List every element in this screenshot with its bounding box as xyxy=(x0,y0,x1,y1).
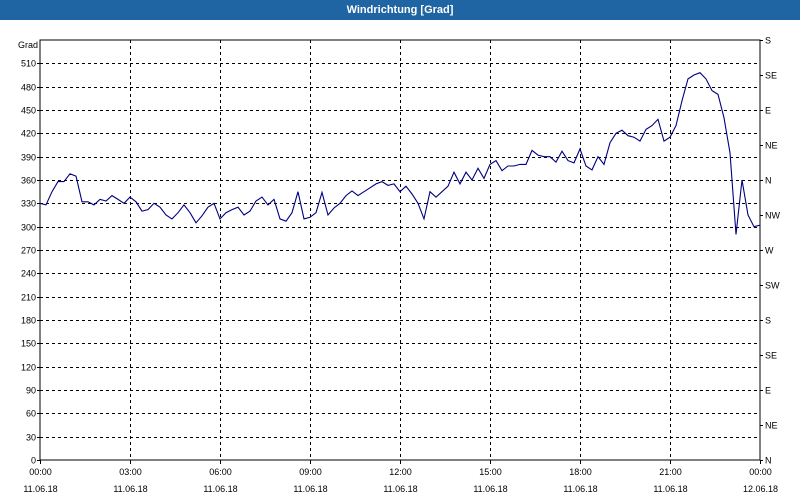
left-axis: 0 30 60 90 120 150 180 210 240 270 300 330 360 390 420… xyxy=(21,59,40,466)
right-tick-label: N xyxy=(765,176,772,186)
y-tick-label: 510 xyxy=(21,59,36,69)
y-tick-label: 0 xyxy=(31,456,36,466)
y-tick-label: 450 xyxy=(21,106,36,116)
right-tick-label: S xyxy=(765,316,771,326)
right-tick-label: NE xyxy=(765,421,778,431)
y-tick-label: 60 xyxy=(26,409,36,419)
y-tick-label: 480 xyxy=(21,83,36,93)
y-tick-label: 150 xyxy=(21,339,36,349)
y-tick-label: 360 xyxy=(21,176,36,186)
x-tick-date-label: 11.06.18 xyxy=(293,484,327,494)
x-tick-time-label: 21:00 xyxy=(659,467,682,477)
y-axis-label: Grad xyxy=(18,40,38,50)
x-tick-date-label: 11.06.18 xyxy=(473,484,507,494)
x-tick-date-label: 11.06.18 xyxy=(383,484,417,494)
right-tick-label: SW xyxy=(765,281,780,291)
x-tick-time-label: 00:00 xyxy=(749,467,772,477)
x-tick-date-label: 11.06.18 xyxy=(653,484,687,494)
y-tick-label: 390 xyxy=(21,153,36,163)
right-tick-label: NE xyxy=(765,141,778,151)
right-tick-label: SE xyxy=(765,71,777,81)
right-axis: N NE E SE S SW W NW N NE E SE S xyxy=(760,36,780,466)
x-tick-time-label: 15:00 xyxy=(479,467,502,477)
y-tick-label: 90 xyxy=(26,386,36,396)
right-tick-label: NW xyxy=(765,211,780,221)
x-tick-date-label: 11.06.18 xyxy=(113,484,147,494)
right-tick-label: S xyxy=(765,36,771,46)
y-tick-label: 420 xyxy=(21,129,36,139)
x-tick-time-label: 18:00 xyxy=(569,467,592,477)
y-tick-label: 300 xyxy=(21,223,36,233)
y-tick-label: 30 xyxy=(26,433,36,443)
x-tick-time-label: 12:00 xyxy=(389,467,412,477)
right-tick-label: W xyxy=(765,246,774,256)
y-tick-label: 120 xyxy=(21,363,36,373)
x-tick-date-label: 11.06.18 xyxy=(23,484,57,494)
y-tick-label: 180 xyxy=(21,316,36,326)
y-tick-label: 210 xyxy=(21,293,36,303)
right-tick-label: E xyxy=(765,106,771,116)
chart-window: Windrichtung [Grad] 0 30 60 90 120 150 180 210 2… xyxy=(0,0,800,500)
x-tick-date-label: 12.06.18 xyxy=(743,484,778,494)
y-tick-label: 330 xyxy=(21,199,36,209)
x-tick-date-label: 11.06.18 xyxy=(203,484,237,494)
right-tick-label: SE xyxy=(765,351,777,361)
x-tick-time-label: 06:00 xyxy=(209,467,232,477)
x-tick-time-label: 00:00 xyxy=(29,467,52,477)
wind-direction-chart: 0 30 60 90 120 150 180 210 240 270 300 330 360 390 420… xyxy=(18,36,780,495)
chart-title: Windrichtung [Grad] xyxy=(0,0,800,20)
x-tick-time-label: 03:00 xyxy=(119,467,142,477)
x-axis: 00:00 11.06.18 03:00 11.06.18 06:00 11.06.18 0… xyxy=(23,460,778,494)
right-tick-label: N xyxy=(765,456,772,466)
y-tick-label: 240 xyxy=(21,269,36,279)
y-tick-label: 270 xyxy=(21,246,36,256)
x-tick-time-label: 09:00 xyxy=(299,467,322,477)
right-tick-label: E xyxy=(765,386,771,396)
x-tick-date-label: 11.06.18 xyxy=(563,484,597,494)
